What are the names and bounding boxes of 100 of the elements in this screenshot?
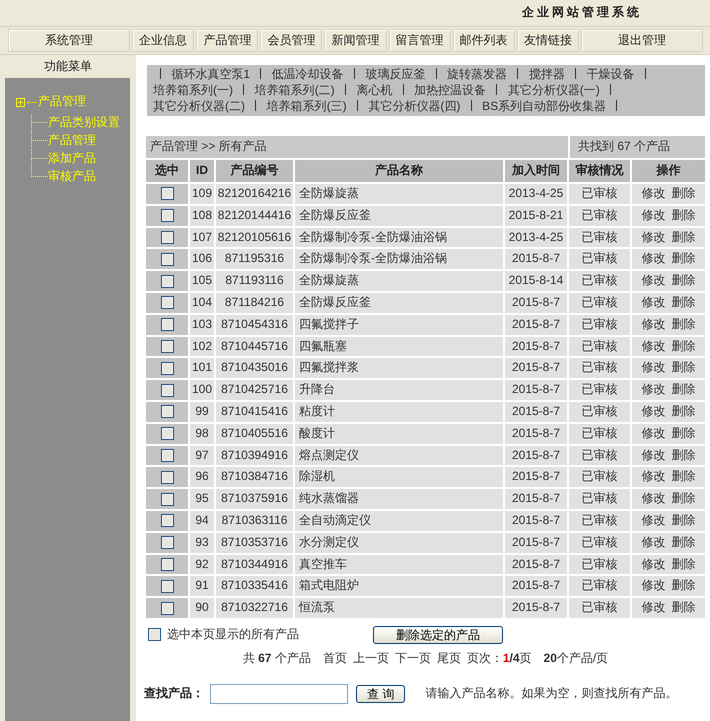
delete-link[interactable]: 删除 xyxy=(672,295,696,310)
delete-link[interactable]: 删除 xyxy=(672,273,696,288)
edit-link[interactable]: 修改 xyxy=(642,360,666,374)
edit-link[interactable]: 修改 xyxy=(642,469,666,484)
checkbox[interactable] xyxy=(160,448,174,462)
delete-link[interactable]: 删除 xyxy=(672,556,696,571)
nav-menu-item[interactable]: 友情链接 xyxy=(516,29,579,52)
delete-link[interactable]: 删除 xyxy=(672,186,696,200)
nav-menu-item[interactable]: 邮件列表 xyxy=(452,29,515,52)
checkbox[interactable] xyxy=(160,209,174,222)
table-cell: 92 xyxy=(190,554,214,574)
checkbox[interactable] xyxy=(160,602,174,615)
nav-menu-item[interactable]: 退出管理 xyxy=(580,29,704,52)
delete-button[interactable]: 删除选定的产品 xyxy=(373,626,503,644)
column-header: ID xyxy=(190,160,214,182)
nav-menu-item[interactable]: 留言管理 xyxy=(388,29,451,52)
search-field[interactable] xyxy=(210,684,348,704)
checkbox[interactable] xyxy=(160,340,174,353)
page-link[interactable]: 上一页 xyxy=(352,650,389,665)
edit-link[interactable]: 修改 xyxy=(642,600,666,614)
edit-link[interactable]: 修改 xyxy=(642,491,666,506)
checkbox[interactable] xyxy=(160,318,174,332)
delete-link[interactable]: 删除 xyxy=(672,404,696,418)
category-link[interactable]: 其它分析仪器(二) xyxy=(153,99,245,113)
checkbox[interactable] xyxy=(160,514,174,528)
edit-link[interactable]: 修改 xyxy=(642,273,666,288)
nav-menu-item[interactable]: 系统管理 xyxy=(8,29,130,52)
edit-link[interactable]: 修改 xyxy=(642,404,666,418)
delete-link[interactable]: 删除 xyxy=(672,230,696,244)
edit-link[interactable]: 修改 xyxy=(642,208,666,222)
category-link[interactable]: 培养箱系列(二) xyxy=(254,83,335,97)
category-link[interactable]: 旋转蒸发器 xyxy=(447,67,508,81)
edit-link[interactable]: 修改 xyxy=(642,230,666,244)
page-link[interactable]: 首页 xyxy=(322,650,347,665)
delete-link[interactable]: 删除 xyxy=(672,426,696,440)
checkbox[interactable] xyxy=(160,405,174,418)
delete-link[interactable]: 删除 xyxy=(672,600,696,614)
delete-link[interactable]: 删除 xyxy=(672,578,696,592)
edit-link[interactable]: 修改 xyxy=(642,513,666,528)
nav-menu-item[interactable]: 产品管理 xyxy=(196,29,258,52)
edit-link[interactable]: 修改 xyxy=(642,186,666,200)
delete-link[interactable]: 删除 xyxy=(672,338,696,353)
checkbox[interactable] xyxy=(160,427,174,440)
category-link[interactable]: 加热控温设备 xyxy=(414,83,486,97)
table-cell: 108 xyxy=(190,206,214,226)
page-link[interactable]: 下一页 xyxy=(394,650,431,665)
delete-link[interactable]: 删除 xyxy=(672,316,696,331)
edit-link[interactable]: 修改 xyxy=(642,556,666,571)
category-link[interactable]: 其它分析仪器(一) xyxy=(508,83,600,97)
category-link[interactable]: 玻璃反应釜 xyxy=(365,67,426,81)
checkbox[interactable] xyxy=(160,580,174,593)
checkbox[interactable] xyxy=(160,274,174,288)
checkbox[interactable] xyxy=(160,362,174,375)
table-cell: 106 xyxy=(190,249,214,270)
category-link[interactable]: 低温冷却设备 xyxy=(272,67,344,81)
edit-link[interactable]: 修改 xyxy=(642,382,666,396)
page-link[interactable]: 尾页 xyxy=(436,650,461,665)
category-link[interactable]: 培养箱系列(一) xyxy=(153,83,233,97)
delete-link[interactable]: 删除 xyxy=(672,360,696,374)
category-link[interactable]: 其它分析仪器(四) xyxy=(368,99,460,113)
category-link[interactable]: 培养箱系列(三) xyxy=(266,99,347,113)
category-link[interactable]: 离心机 xyxy=(356,83,392,97)
delete-link[interactable]: 删除 xyxy=(672,251,696,266)
edit-link[interactable]: 修改 xyxy=(642,578,666,592)
delete-link[interactable]: 删除 xyxy=(672,208,696,222)
category-link[interactable]: 干燥设备 xyxy=(586,67,634,81)
checkbox[interactable] xyxy=(160,492,174,506)
checkbox[interactable] xyxy=(160,230,174,244)
category-link[interactable]: 搅拌器 xyxy=(528,67,565,81)
delete-link[interactable]: 删除 xyxy=(672,469,696,484)
checkbox[interactable] xyxy=(160,384,174,397)
edit-link[interactable]: 修改 xyxy=(642,295,666,310)
delete-link[interactable]: 删除 xyxy=(672,491,696,506)
checkbox[interactable] xyxy=(160,536,174,550)
checkbox[interactable] xyxy=(160,470,174,484)
edit-link[interactable]: 修改 xyxy=(642,316,666,331)
edit-link[interactable]: 修改 xyxy=(642,338,666,353)
checkbox[interactable] xyxy=(160,252,174,266)
plus-box-icon[interactable] xyxy=(16,98,25,106)
checkbox[interactable] xyxy=(148,628,161,642)
checkbox[interactable] xyxy=(160,558,174,571)
delete-link[interactable]: 删除 xyxy=(672,448,696,462)
search-button[interactable]: 查 询 xyxy=(356,684,406,703)
nav-menu-item[interactable]: 会员管理 xyxy=(260,29,322,52)
checkbox[interactable] xyxy=(160,187,174,200)
nav-menu-item[interactable]: 新闻管理 xyxy=(324,29,387,52)
table-cell: 871195316 xyxy=(216,249,293,270)
edit-link[interactable]: 修改 xyxy=(642,426,666,440)
nav-menu-item[interactable]: 企业信息 xyxy=(132,29,194,52)
edit-link[interactable]: 修改 xyxy=(642,448,666,462)
category-link[interactable]: BS系列自动部份收集器 xyxy=(482,99,606,113)
checkbox[interactable] xyxy=(160,296,174,310)
table-cell: 871193116 xyxy=(216,271,293,291)
category-link[interactable]: 循环水真空泵1 xyxy=(171,67,250,81)
delete-link[interactable]: 删除 xyxy=(672,513,696,528)
delete-link[interactable]: 删除 xyxy=(672,382,696,396)
edit-link[interactable]: 修改 xyxy=(642,534,666,549)
column-header: 加入时间 xyxy=(505,160,567,182)
delete-link[interactable]: 删除 xyxy=(672,534,696,549)
edit-link[interactable]: 修改 xyxy=(642,251,666,266)
